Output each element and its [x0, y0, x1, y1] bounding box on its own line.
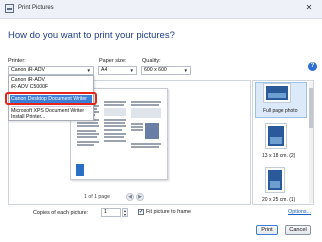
preview-line: [104, 136, 124, 138]
app-icon: [5, 4, 14, 13]
layout-thumbnail[interactable]: [264, 84, 290, 102]
copies-stepper[interactable]: ▲ ▼: [122, 208, 128, 217]
preview-line: [104, 119, 126, 121]
preview-line: [104, 122, 125, 124]
preview-table: [131, 108, 161, 118]
preview-line: [77, 130, 96, 132]
checkmark-icon: ✔: [139, 209, 144, 215]
help-icon[interactable]: ?: [308, 62, 317, 71]
layout-label: 13 x 18 cm. (2): [262, 153, 296, 159]
dropdown-divider: [11, 106, 91, 107]
window-title: Print Pictures: [18, 5, 54, 11]
chevron-down-icon: ▼: [129, 68, 134, 73]
preview-line: [131, 101, 161, 103]
preview-line: [104, 129, 122, 131]
preview-column: [131, 99, 163, 171]
close-icon[interactable]: ✕: [301, 2, 317, 14]
spin-down-icon[interactable]: ▼: [123, 213, 127, 217]
preview-line: [77, 141, 99, 143]
preview-line: [131, 143, 161, 145]
page-title: How do you want to print your pictures?: [8, 30, 175, 41]
layout-label: Full page photo: [263, 108, 298, 114]
fit-to-frame-label: Fit picture to frame: [146, 209, 191, 215]
quality-select[interactable]: 600 x 600 ▼: [141, 66, 191, 75]
preview-column: [104, 99, 128, 171]
preview-line: [104, 104, 124, 106]
preview-table: [104, 108, 126, 116]
print-button[interactable]: Print: [256, 225, 278, 235]
preview-line: [77, 144, 94, 146]
preview-line: [77, 136, 97, 138]
printer-option[interactable]: Install Printer...: [11, 114, 45, 120]
preview-photo: [145, 123, 159, 139]
title-bar: Print Pictures ✕: [0, 0, 322, 19]
layout-thumbnail[interactable]: [266, 124, 286, 148]
highlight-annotation: [5, 92, 97, 105]
preview-line: [131, 126, 143, 128]
quality-label: Quality:: [142, 58, 161, 64]
chevron-down-icon: ▼: [86, 68, 91, 73]
printer-label: Printer:: [8, 58, 26, 64]
previous-page-button[interactable]: ◀: [126, 193, 134, 201]
scrollbar-thumb[interactable]: [309, 88, 313, 128]
preview-line: [77, 122, 98, 124]
printer-select-value: Canon iR-ADV: [11, 67, 46, 73]
preview-line: [104, 133, 126, 135]
copies-input[interactable]: 1: [101, 208, 121, 217]
preview-line: [77, 133, 99, 135]
printer-select[interactable]: Canon iR-ADV ▼: [8, 66, 94, 75]
fit-to-frame-checkbox[interactable]: ✔: [138, 209, 144, 215]
preview-line: [131, 104, 159, 106]
preview-badge: [76, 164, 84, 176]
copies-label: Copies of each picture:: [33, 210, 89, 216]
layout-thumbnail[interactable]: [266, 168, 284, 192]
preview-line: [77, 125, 99, 127]
printer-option[interactable]: iR-ADV C5000F: [11, 84, 48, 90]
quality-value: 600 x 600: [144, 67, 167, 73]
chevron-down-icon: ▼: [183, 68, 188, 73]
preview-line: [104, 140, 126, 142]
layout-label: 20 x 25 cm. (1): [262, 197, 296, 203]
preview-line: [131, 146, 159, 148]
next-page-button[interactable]: ▶: [136, 193, 144, 201]
paper-size-label: Paper size:: [99, 58, 127, 64]
preview-line: [131, 129, 143, 131]
preview-line: [131, 123, 143, 125]
options-link[interactable]: Options...: [288, 209, 311, 215]
paper-size-value: A4: [101, 67, 108, 73]
paper-size-select[interactable]: A4 ▼: [98, 66, 137, 75]
page-counter: 1 of 1 page: [84, 194, 110, 200]
preview-line: [104, 101, 126, 103]
preview-line: [104, 125, 126, 127]
printer-option[interactable]: Canon iR-ADV: [11, 77, 45, 83]
cancel-button[interactable]: Cancel: [285, 225, 311, 235]
